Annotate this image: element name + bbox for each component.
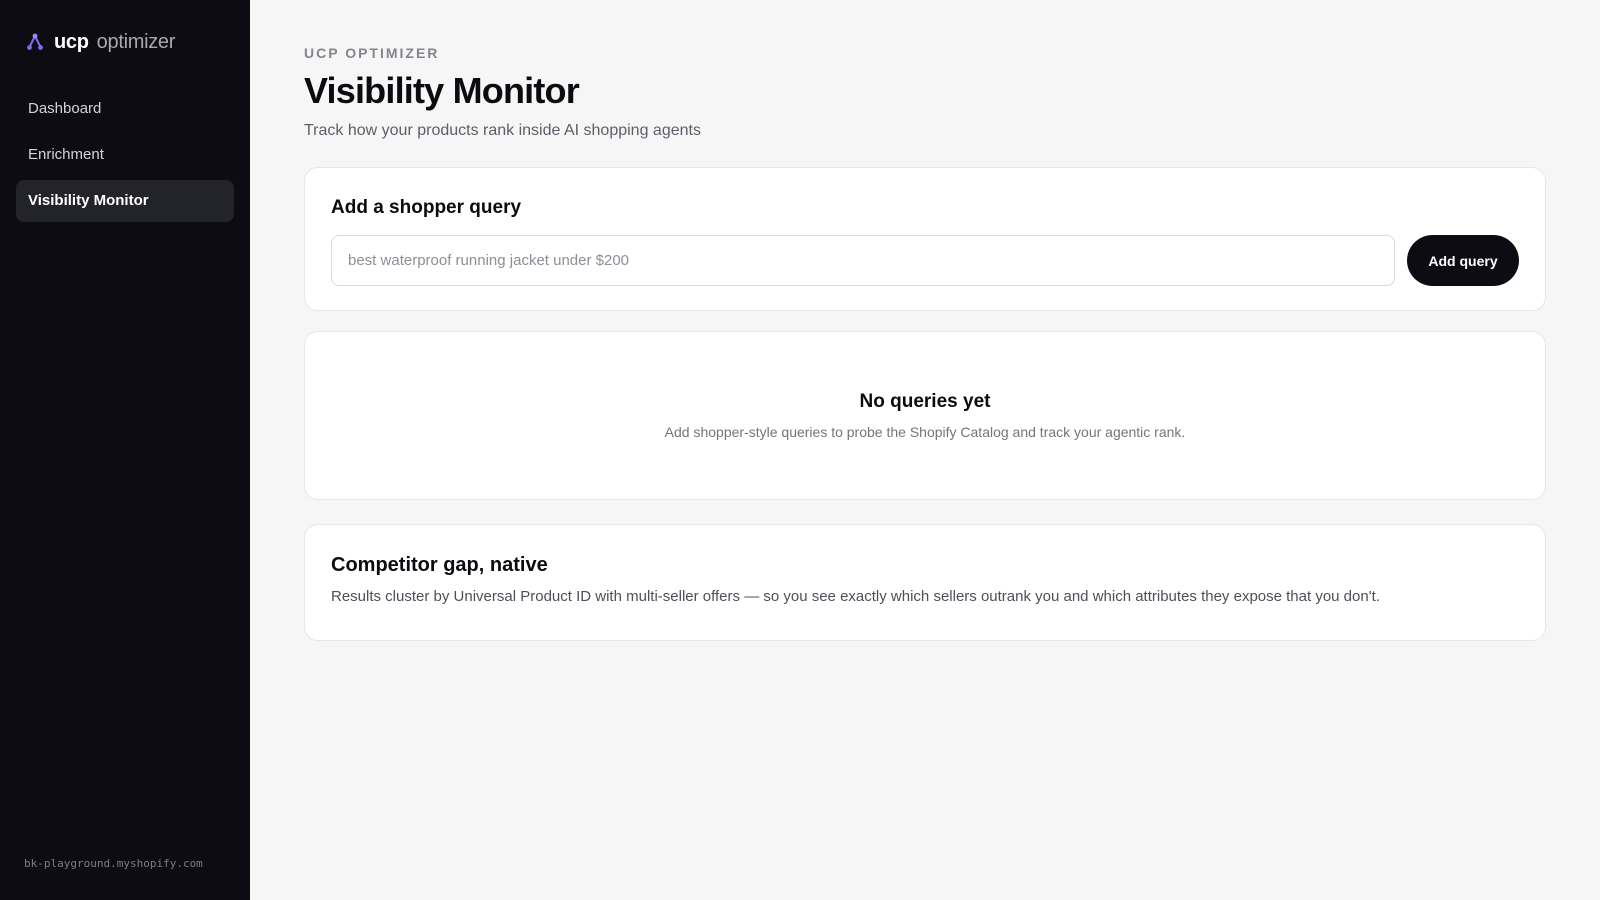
agent-nodes-icon (27, 33, 43, 50)
sidebar-item-visibility-monitor[interactable]: Visibility Monitor (16, 180, 234, 222)
sidebar-item-dashboard[interactable]: Dashboard (16, 88, 234, 130)
add-query-button[interactable]: Add query (1407, 235, 1519, 286)
query-input[interactable] (331, 235, 1395, 286)
page-title: Visibility Monitor (304, 70, 580, 111)
sidebar: ucp optimizer Dashboard Enrichment Visib… (0, 0, 250, 900)
brand-logo[interactable]: ucp optimizer (26, 30, 175, 54)
competitor-gap-title: Competitor gap, native (331, 554, 548, 576)
sidebar-item-enrichment[interactable]: Enrichment (16, 134, 234, 176)
shop-domain: bk-playground.myshopify.com (24, 857, 203, 870)
page-eyebrow: UCP OPTIMIZER (304, 45, 440, 61)
empty-state-title: No queries yet (859, 391, 991, 412)
competitor-gap-text: Results cluster by Universal Product ID … (331, 588, 1380, 605)
page-subtitle: Track how your products rank inside AI s… (304, 122, 701, 139)
add-query-card: Add a shopper query Add query (304, 167, 1546, 311)
add-query-title: Add a shopper query (331, 197, 522, 218)
sidebar-nav: Dashboard Enrichment Visibility Monitor (16, 88, 234, 222)
add-query-row: Add query (331, 235, 1519, 286)
main-content: UCP OPTIMIZER Visibility Monitor Track h… (250, 0, 1600, 900)
brand-name: ucp (54, 30, 89, 53)
empty-state-text: Add shopper-style queries to probe the S… (664, 424, 1186, 440)
empty-state-card: No queries yet Add shopper-style queries… (304, 331, 1546, 500)
brand-sub: optimizer (96, 30, 176, 53)
competitor-gap-card: Competitor gap, native Results cluster b… (304, 524, 1546, 641)
